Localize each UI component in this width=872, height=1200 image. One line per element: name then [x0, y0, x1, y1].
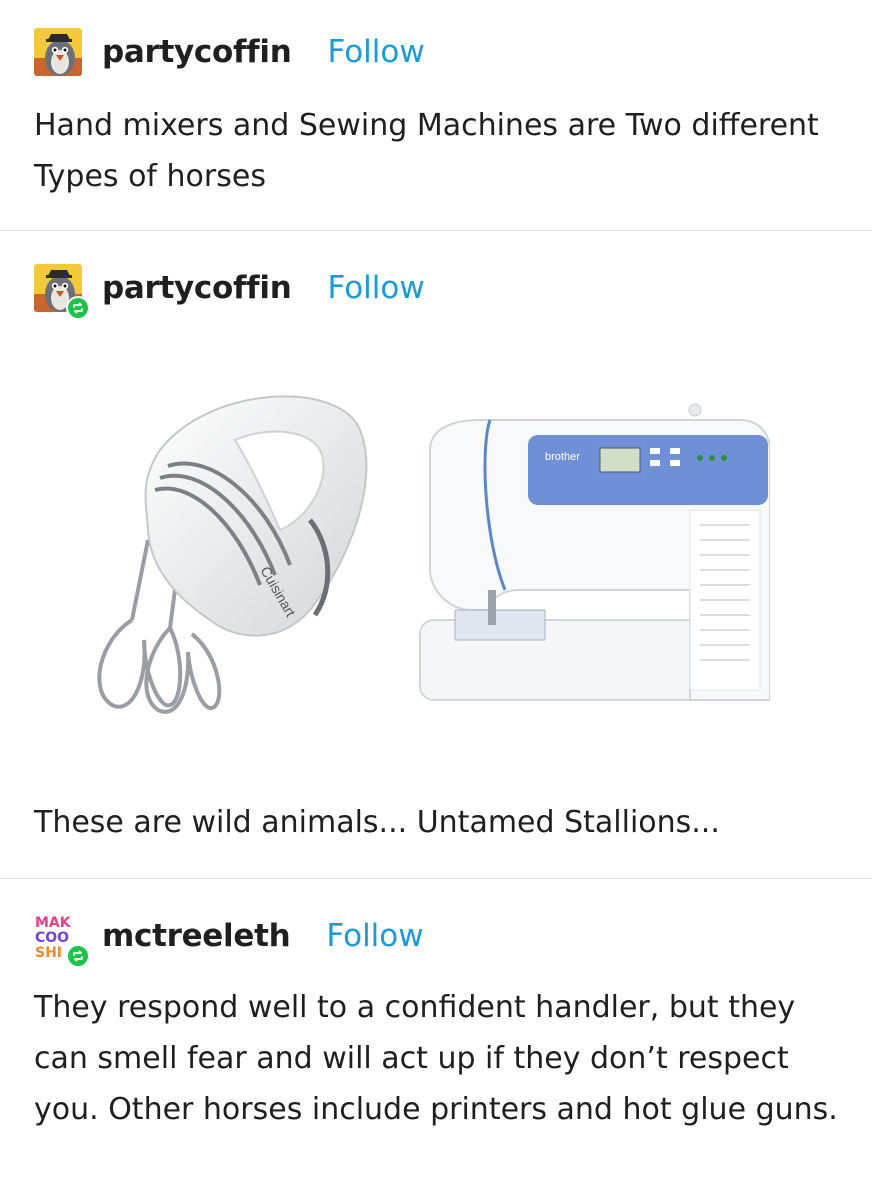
svg-text:SHI: SHI [35, 945, 62, 960]
svg-text:MAK: MAK [35, 915, 72, 931]
follow-button[interactable]: Follow [326, 918, 423, 954]
post-text: They respond well to a confident handler… [34, 990, 838, 1127]
post-3-header: MAK COO SHI mctreeleth Follow [34, 906, 424, 968]
username[interactable]: mctreeleth [102, 918, 291, 954]
reblog-icon [66, 944, 90, 968]
post-3: MAK COO SHI mctreeleth Follow They respo… [0, 0, 872, 1200]
avatar[interactable]: MAK COO SHI [34, 912, 90, 968]
svg-text:COO: COO [35, 930, 69, 946]
